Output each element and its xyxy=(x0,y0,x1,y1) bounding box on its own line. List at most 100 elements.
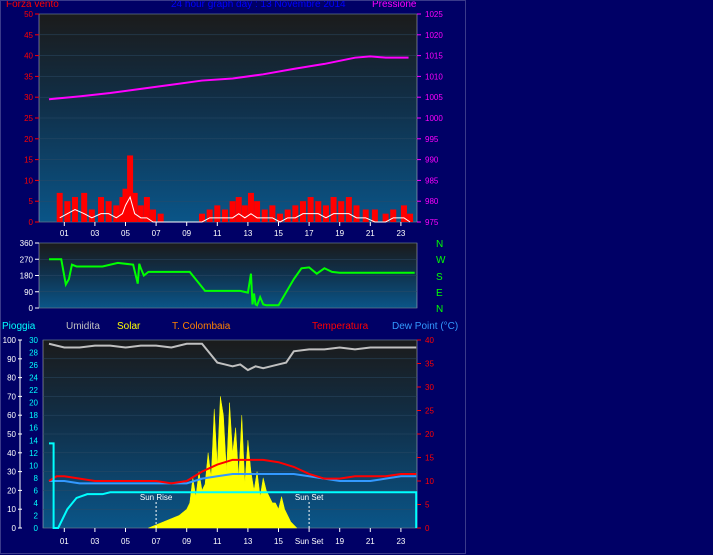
temp-y-tick-label: 35 xyxy=(425,360,434,369)
temp-y-tick-label: 40 xyxy=(425,336,434,345)
solar-y-tick-label: 8 xyxy=(34,474,39,483)
temp-y-tick-label: 30 xyxy=(425,383,434,392)
weather-graph: 0510152025303540455097598098599099510001… xyxy=(0,0,466,554)
solar-y-tick-label: 28 xyxy=(29,349,38,358)
solar-y-tick-label: 4 xyxy=(34,499,39,508)
rain-y-tick-label: 10 xyxy=(7,505,16,514)
wind-x-tick-label: 11 xyxy=(213,229,222,238)
wind-speed-bar xyxy=(137,205,144,222)
wind-speed-bar xyxy=(254,201,261,222)
solar-y-tick-label: 24 xyxy=(29,374,38,383)
wind-y-tick-label: 35 xyxy=(24,72,33,81)
rain-y-tick-label: 50 xyxy=(7,430,16,439)
pressure-y-tick-label: 1005 xyxy=(425,93,443,102)
wind-x-tick-label: 05 xyxy=(121,229,130,238)
wind-y-tick-label: 45 xyxy=(24,31,33,40)
wind-speed-bar xyxy=(338,201,345,222)
pressure-y-tick-label: 1010 xyxy=(425,72,443,81)
solar-y-tick-label: 22 xyxy=(29,386,38,395)
wind-speed-bar xyxy=(330,197,337,222)
solar-y-tick-label: 6 xyxy=(34,486,39,495)
pressure-y-tick-label: 975 xyxy=(425,218,439,227)
wind-y-tick-label: 25 xyxy=(24,114,33,123)
temp-y-tick-label: 10 xyxy=(425,477,434,486)
wind-speed-bar xyxy=(390,209,397,222)
wind-x-tick-label: 03 xyxy=(90,229,99,238)
wind-x-tick-label: 13 xyxy=(243,229,252,238)
wind-speed-bar xyxy=(81,192,88,222)
direction-y-tick-label: 180 xyxy=(20,272,34,281)
wind-x-tick-label: 15 xyxy=(274,229,283,238)
rain-y-tick-label: 30 xyxy=(7,468,16,477)
direction-y-tick-label: 0 xyxy=(29,304,34,313)
wind-y-tick-label: 30 xyxy=(24,93,33,102)
wind-speed-bar xyxy=(315,201,322,222)
direction-y-tick-label: 90 xyxy=(24,288,33,297)
pressure-y-tick-label: 990 xyxy=(425,156,439,165)
rain-y-tick-label: 100 xyxy=(3,336,17,345)
temp-y-tick-label: 15 xyxy=(425,454,434,463)
wind-x-tick-label: 23 xyxy=(396,229,405,238)
wind-x-tick-label: 07 xyxy=(152,229,161,238)
rain-y-tick-label: 0 xyxy=(12,524,17,533)
weather-x-tick-label: 01 xyxy=(60,537,69,546)
solar-y-tick-label: 26 xyxy=(29,361,38,370)
solar-y-tick-label: 20 xyxy=(29,399,38,408)
weather-x-tick-label: 07 xyxy=(152,537,161,546)
solar-y-tick-label: 12 xyxy=(29,449,38,458)
weather-x-tick-label: 09 xyxy=(182,537,191,546)
solar-y-tick-label: 10 xyxy=(29,461,38,470)
pressure-y-tick-label: 1000 xyxy=(425,114,443,123)
pressure-y-tick-label: 1020 xyxy=(425,31,443,40)
wind-speed-bar xyxy=(284,209,291,222)
sunset-label: Sun Set xyxy=(295,493,324,502)
temp-y-tick-label: 0 xyxy=(425,524,430,533)
wind-speed-bar xyxy=(206,209,213,222)
wind-speed-bar xyxy=(362,209,369,222)
solar-y-tick-label: 14 xyxy=(29,436,38,445)
direction-y-tick-label: 270 xyxy=(20,255,34,264)
weather-x-tick-label: 05 xyxy=(121,537,130,546)
solar-y-tick-label: 2 xyxy=(34,511,39,520)
wind-y-tick-label: 0 xyxy=(29,218,34,227)
weather-x-tick-label: 21 xyxy=(366,537,375,546)
weather-x-tick-label: 03 xyxy=(90,537,99,546)
wind-y-tick-label: 20 xyxy=(24,135,33,144)
wind-y-tick-label: 40 xyxy=(24,52,33,61)
rain-y-tick-label: 60 xyxy=(7,411,16,420)
wind-speed-bar xyxy=(371,209,378,222)
wind-y-tick-label: 15 xyxy=(24,156,33,165)
rain-y-tick-label: 40 xyxy=(7,449,16,458)
wind-speed-bar xyxy=(345,197,352,222)
solar-y-tick-label: 16 xyxy=(29,424,38,433)
temp-y-tick-label: 20 xyxy=(425,430,434,439)
weather-x-tick-label: 13 xyxy=(243,537,252,546)
wind-speed-bar xyxy=(64,201,71,222)
pressure-y-tick-label: 980 xyxy=(425,197,439,206)
wind-speed-bar xyxy=(299,201,306,222)
solar-y-tick-label: 0 xyxy=(34,524,39,533)
temp-y-tick-label: 5 xyxy=(425,501,430,510)
wind-y-tick-label: 5 xyxy=(29,197,34,206)
sunrise-label: Sun Rise xyxy=(140,493,173,502)
wind-speed-bar xyxy=(353,205,360,222)
wind-speed-bar xyxy=(214,205,221,222)
wind-speed-bar xyxy=(292,205,299,222)
weather-x-tick-label: 23 xyxy=(396,537,405,546)
weather-x-tick-label: 15 xyxy=(274,537,283,546)
direction-y-tick-label: 360 xyxy=(20,239,34,248)
wind-speed-bar xyxy=(105,201,112,222)
wind-speed-bar xyxy=(157,213,164,222)
wind-y-tick-label: 50 xyxy=(24,10,33,19)
solar-y-tick-label: 30 xyxy=(29,336,38,345)
wind-speed-bar xyxy=(307,197,314,222)
rain-y-tick-label: 70 xyxy=(7,392,16,401)
wind-speed-bar xyxy=(235,197,242,222)
wind-speed-bar xyxy=(88,209,95,222)
solar-y-tick-label: 18 xyxy=(29,411,38,420)
wind-speed-bar xyxy=(261,209,268,222)
wind-x-tick-label: 01 xyxy=(60,229,69,238)
rain-y-tick-label: 80 xyxy=(7,374,16,383)
wind-speed-bar xyxy=(247,192,254,222)
weather-x-tick-label: 19 xyxy=(335,537,344,546)
